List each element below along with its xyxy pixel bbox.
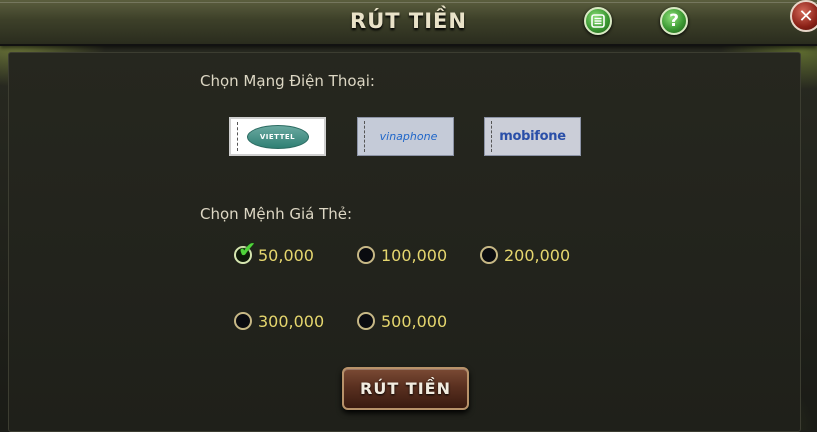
radio-button[interactable] — [480, 246, 498, 264]
option-50000[interactable]: ✔ 50,000 — [234, 240, 314, 267]
perforation — [237, 122, 238, 151]
option-100000[interactable]: 100,000 — [357, 243, 447, 267]
withdraw-button[interactable]: RÚT TIỀN — [342, 367, 469, 410]
option-label: 50,000 — [258, 245, 314, 265]
radio-button[interactable] — [357, 246, 375, 264]
denomination-label: Chọn Mệnh Giá Thẻ: — [200, 205, 353, 223]
option-500000[interactable]: 500,000 — [357, 309, 447, 333]
option-label: 100,000 — [381, 245, 448, 265]
carrier-vinaphone[interactable]: vinaphone — [357, 117, 454, 156]
close-icon: ✕ — [798, 5, 814, 27]
list-button[interactable] — [584, 7, 612, 35]
radio-button[interactable]: ✔ — [234, 240, 256, 264]
option-label: 200,000 — [504, 245, 571, 265]
mobifone-logo: mobifone — [499, 129, 566, 144]
option-label: 500,000 — [381, 311, 448, 331]
close-button[interactable]: ✕ — [790, 0, 817, 32]
perforation — [491, 121, 492, 152]
radio-button[interactable] — [234, 312, 252, 330]
viettel-logo: VIETTEL — [246, 124, 309, 149]
radio-button[interactable] — [357, 312, 375, 330]
help-icon: ? — [669, 11, 679, 31]
carrier-mobifone[interactable]: mobifone — [484, 117, 581, 156]
list-icon — [591, 14, 605, 28]
help-button[interactable]: ? — [660, 7, 688, 35]
carrier-viettel[interactable]: VIETTEL — [229, 117, 326, 156]
title-bar: RÚT TIỀN ? ✕ — [0, 0, 817, 46]
option-label: 300,000 — [258, 311, 325, 331]
checkmark-icon: ✔ — [238, 238, 257, 263]
vinaphone-logo: vinaphone — [379, 130, 438, 143]
network-label: Chọn Mạng Điện Thoại: — [200, 72, 375, 90]
perforation — [364, 121, 365, 152]
dialog-title: RÚT TIỀN — [350, 9, 467, 33]
option-200000[interactable]: 200,000 — [480, 243, 570, 267]
option-300000[interactable]: 300,000 — [234, 309, 324, 333]
